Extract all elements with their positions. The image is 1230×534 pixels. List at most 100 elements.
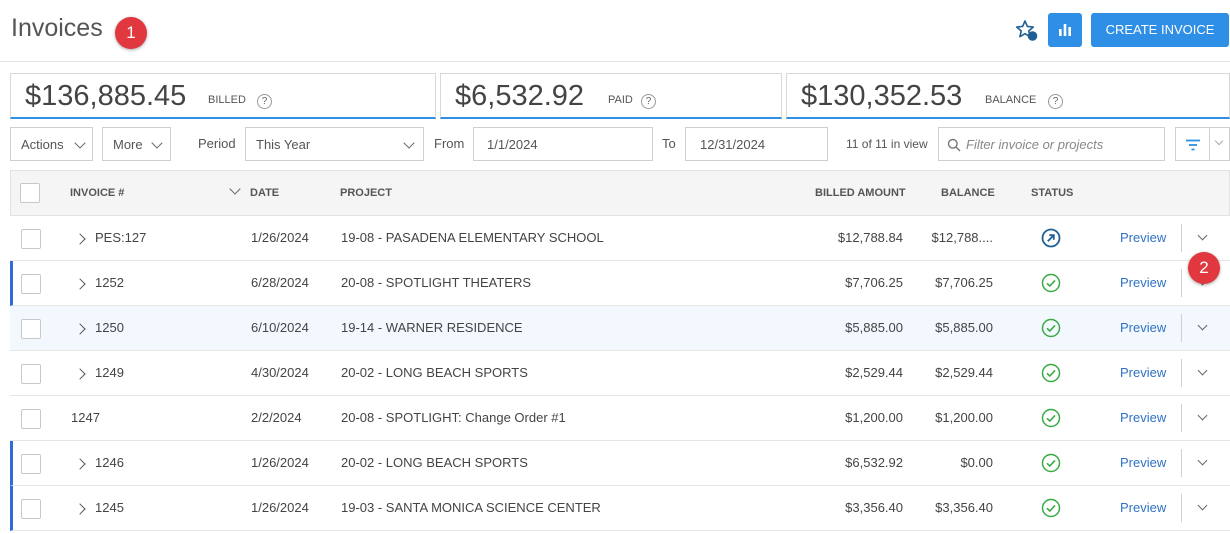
- project-name: 19-14 - WARNER RESIDENCE: [341, 320, 523, 335]
- billed-amount: $5,885.00: [845, 320, 903, 335]
- column-header-balance[interactable]: BALANCE: [941, 187, 995, 199]
- expand-chevron-icon[interactable]: [74, 503, 86, 515]
- billed-amount: $12,788.84: [837, 230, 903, 245]
- view-count: 11 of 11 in view: [846, 137, 928, 151]
- period-value: This Year: [256, 137, 311, 152]
- billed-summary: $136,885.45 BILLED ?: [10, 73, 436, 119]
- chevron-down-icon: [1214, 136, 1224, 146]
- preview-link[interactable]: Preview: [1120, 500, 1166, 515]
- row-checkbox[interactable]: [21, 364, 41, 384]
- column-header-billed-amount[interactable]: BILLED AMOUNT: [815, 187, 906, 199]
- check-circle-icon: [1041, 273, 1061, 293]
- sort-chevron-icon[interactable]: [229, 183, 241, 195]
- invoice-number[interactable]: 1249: [95, 365, 124, 380]
- expand-chevron-icon[interactable]: [74, 458, 86, 470]
- table-row[interactable]: 1250 6/10/2024 19-14 - WARNER RESIDENCE $5,…: [10, 306, 1230, 351]
- table-row[interactable]: PES:127 1/26/2024 19-08 - PASADENA ELEMENT…: [10, 216, 1230, 261]
- balance-summary: $130,352.53 BALANCE ?: [786, 73, 1230, 119]
- table-row[interactable]: 1252 6/28/2024 20-08 - SPOTLIGHT THEATERS $…: [10, 261, 1230, 306]
- project-name: 19-03 - SANTA MONICA SCIENCE CENTER: [341, 500, 601, 515]
- expand-chevron-icon[interactable]: [74, 278, 86, 290]
- table-row[interactable]: 1249 4/30/2024 20-02 - LONG BEACH SPORTS $2…: [10, 351, 1230, 396]
- chevron-down-icon: [74, 137, 86, 149]
- invoice-number[interactable]: 1246: [95, 455, 124, 470]
- row-menu-chevron-icon[interactable]: [1197, 230, 1208, 241]
- from-date-field[interactable]: 1/1/2024: [473, 127, 653, 161]
- row-checkbox[interactable]: [21, 409, 41, 429]
- billed-amount: $136,885.45: [25, 80, 187, 112]
- expand-chevron-icon[interactable]: [74, 323, 86, 335]
- balance-amount: $1,200.00: [935, 410, 993, 425]
- invoice-number[interactable]: 1245: [95, 500, 124, 515]
- preview-link[interactable]: Preview: [1120, 275, 1166, 290]
- row-menu-chevron-icon[interactable]: [1197, 500, 1208, 511]
- project-name: 20-02 - LONG BEACH SPORTS: [341, 455, 528, 470]
- paid-label: PAID: [608, 94, 633, 106]
- period-select[interactable]: This Year: [245, 127, 424, 161]
- check-circle-icon: [1041, 453, 1061, 473]
- to-date-field[interactable]: 12/31/2024: [685, 127, 828, 161]
- invoice-number[interactable]: 1247: [71, 410, 100, 425]
- preview-link[interactable]: Preview: [1120, 455, 1166, 470]
- select-all-checkbox[interactable]: [20, 183, 40, 203]
- project-name: 20-08 - SPOTLIGHT: Change Order #1: [341, 410, 566, 425]
- row-checkbox[interactable]: [21, 319, 41, 339]
- row-checkbox[interactable]: [21, 274, 41, 294]
- balance-amount: $5,885.00: [935, 320, 993, 335]
- page-header: Invoices 1 CREATE INVOICE: [0, 0, 1230, 62]
- row-checkbox[interactable]: [21, 454, 41, 474]
- actions-dropdown[interactable]: Actions: [10, 127, 93, 161]
- check-circle-icon: [1041, 318, 1061, 338]
- period-label: Period: [198, 136, 236, 151]
- invoice-date: 1/26/2024: [251, 455, 309, 470]
- filter-button[interactable]: [1175, 127, 1209, 161]
- search-input[interactable]: Filter invoice or projects: [938, 127, 1165, 161]
- invoice-number[interactable]: PES:127: [95, 230, 146, 245]
- page-title: Invoices: [11, 14, 103, 42]
- help-icon[interactable]: ?: [257, 94, 272, 109]
- to-label: To: [662, 136, 676, 151]
- create-invoice-button[interactable]: CREATE INVOICE: [1091, 13, 1229, 47]
- row-checkbox[interactable]: [21, 229, 41, 249]
- row-action-divider: [1181, 449, 1182, 477]
- table-row[interactable]: 1245 1/26/2024 19-03 - SANTA MONICA SCIENC…: [10, 486, 1230, 531]
- expand-chevron-icon[interactable]: [74, 233, 86, 245]
- check-circle-icon: [1041, 363, 1061, 383]
- bar-chart-icon: [1059, 24, 1071, 36]
- billed-amount: $1,200.00: [845, 410, 903, 425]
- help-icon[interactable]: ?: [641, 94, 656, 109]
- table-header: INVOICE # DATE PROJECT BILLED AMOUNT BAL…: [10, 170, 1230, 216]
- row-checkbox[interactable]: [21, 499, 41, 519]
- row-menu-chevron-icon[interactable]: [1197, 410, 1208, 421]
- preview-link[interactable]: Preview: [1120, 320, 1166, 335]
- invoice-number[interactable]: 1252: [95, 275, 124, 290]
- balance-amount: $12,788....: [931, 230, 993, 245]
- favorites-button[interactable]: [1014, 18, 1040, 44]
- filter-options-dropdown[interactable]: [1209, 127, 1230, 161]
- table-row[interactable]: 1247 2/2/2024 20-08 - SPOTLIGHT: Change Or…: [10, 396, 1230, 441]
- from-label: From: [434, 136, 465, 151]
- help-icon[interactable]: ?: [1048, 94, 1063, 109]
- paid-amount: $6,532.92: [455, 80, 585, 112]
- more-dropdown[interactable]: More: [102, 127, 171, 161]
- column-header-status[interactable]: STATUS: [1031, 187, 1073, 199]
- expand-chevron-icon[interactable]: [74, 368, 86, 380]
- column-header-invoice[interactable]: INVOICE #: [70, 187, 124, 199]
- preview-link[interactable]: Preview: [1120, 410, 1166, 425]
- check-circle-icon: [1041, 498, 1061, 518]
- row-menu-chevron-icon[interactable]: [1197, 365, 1208, 376]
- balance-amount: $0.00: [960, 455, 993, 470]
- column-header-date[interactable]: DATE: [250, 187, 279, 199]
- column-header-project[interactable]: PROJECT: [340, 187, 392, 199]
- invoice-date: 1/26/2024: [251, 500, 309, 515]
- row-menu-chevron-icon[interactable]: [1197, 455, 1208, 466]
- balance-label: BALANCE: [985, 94, 1037, 106]
- invoice-date: 1/26/2024: [251, 230, 309, 245]
- invoice-number[interactable]: 1250: [95, 320, 124, 335]
- preview-link[interactable]: Preview: [1120, 365, 1166, 380]
- row-menu-chevron-icon[interactable]: [1197, 320, 1208, 331]
- star-badge-icon: [1015, 20, 1038, 41]
- table-row[interactable]: 1246 1/26/2024 20-02 - LONG BEACH SPORTS $6…: [10, 441, 1230, 486]
- reports-button[interactable]: [1048, 13, 1082, 47]
- preview-link[interactable]: Preview: [1120, 230, 1166, 245]
